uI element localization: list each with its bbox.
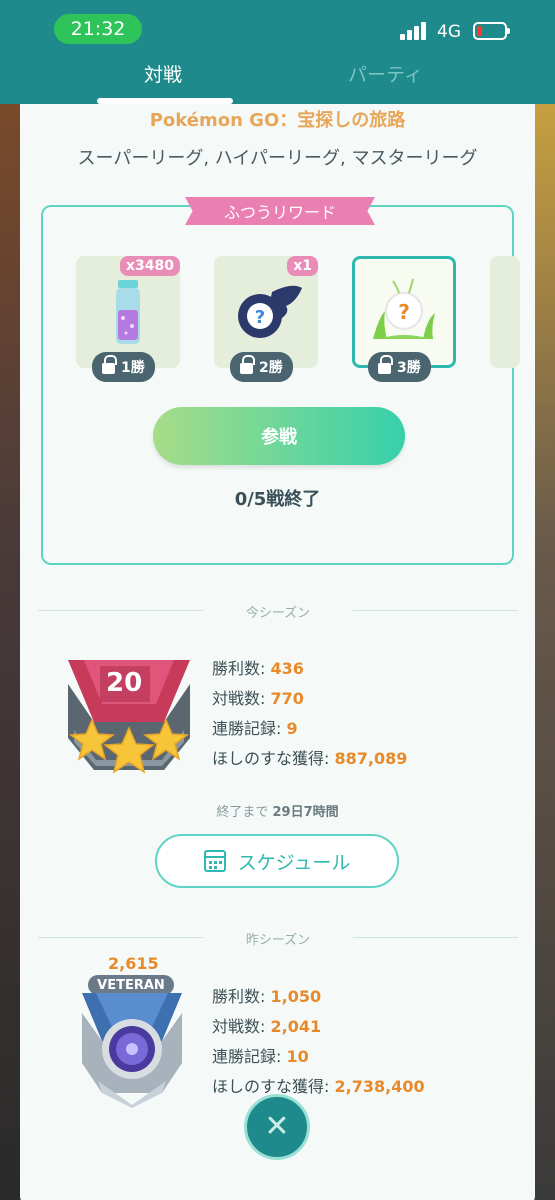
stat-label: 勝利数: xyxy=(212,987,266,1006)
tab-party[interactable]: パーティ xyxy=(348,60,423,87)
previous-season-stats: 勝利数: 1,050 対戦数: 2,041 連勝記録: 10 ほしのすな獲得: … xyxy=(212,982,425,1102)
network-type: 4G xyxy=(437,22,461,42)
stat-value: 9 xyxy=(286,719,298,738)
stardust-icon xyxy=(116,280,140,344)
stat-value: 1,050 xyxy=(270,987,322,1006)
current-season-divider: 今シーズン xyxy=(38,602,518,621)
signal-icon xyxy=(400,22,430,40)
stat-label: 勝利数: xyxy=(212,659,266,678)
league-subtitle: スーパーリーグ, ハイパーリーグ, マスターリーグ xyxy=(77,148,478,169)
reward-header: ふつうリワード xyxy=(185,197,375,225)
stat-row-streak: 連勝記録: 9 xyxy=(212,714,407,744)
top-bar: 21:32 4G 対戦 パーティ xyxy=(0,0,555,104)
reward-card-4[interactable] xyxy=(490,256,520,368)
reward-requirement: 2勝 xyxy=(259,360,283,376)
stat-value: 436 xyxy=(270,659,304,678)
previous-rating: 2,615 xyxy=(108,954,159,973)
stat-row-streak: 連勝記録: 10 xyxy=(212,1042,425,1072)
reward-lock: 3勝 xyxy=(368,352,431,382)
previous-season-label: 昨シーズン xyxy=(245,933,311,948)
stat-row-stardust: ほしのすな獲得: 887,089 xyxy=(212,744,407,774)
reward-box: ふつうリワード x3480 1勝 ? x1 2勝 ? 3勝 参戦 0/5戦終了 xyxy=(41,197,520,565)
close-button[interactable]: ✕ xyxy=(244,1094,310,1160)
season-end-prefix: 終了まで xyxy=(216,805,269,820)
svg-text:?: ? xyxy=(255,307,265,328)
stat-row-wins: 勝利数: 1,050 xyxy=(212,982,425,1012)
stat-label: 対戦数: xyxy=(212,1017,266,1036)
reward-lock: 2勝 xyxy=(230,352,293,382)
previous-season-divider: 昨シーズン xyxy=(38,929,518,948)
calendar-icon xyxy=(203,850,226,872)
battle-progress: 0/5戦終了 xyxy=(234,489,321,510)
league-title: Pokémon GO：宝探しの旅路 xyxy=(149,110,406,131)
stat-row-battles: 対戦数: 2,041 xyxy=(212,1012,425,1042)
svg-text:?: ? xyxy=(398,300,410,324)
rank-number: 20 xyxy=(106,668,143,698)
schedule-label: スケジュール xyxy=(237,851,351,874)
reward-card-2[interactable]: ? x1 2勝 xyxy=(214,256,318,382)
season-end-countdown: 終了まで 29日7時間 xyxy=(20,801,535,820)
stat-value: 770 xyxy=(270,689,304,708)
join-battle-button[interactable]: 参戦 xyxy=(153,407,405,465)
stat-label: ほしのすな獲得: xyxy=(212,749,330,768)
season-end-value: 29日7時間 xyxy=(272,805,339,820)
stat-value: 10 xyxy=(286,1047,309,1066)
schedule-button[interactable]: スケジュール xyxy=(155,834,399,888)
tab-battle[interactable]: 対戦 xyxy=(144,60,182,87)
status-time: 21:32 xyxy=(54,14,142,44)
mystery-ball-icon: ? xyxy=(238,285,302,338)
mystery-encounter-icon: ? xyxy=(373,278,435,339)
battle-panel[interactable]: Pokémon GO：宝探しの旅路 スーパーリーグ, ハイパーリーグ, マスター… xyxy=(20,88,535,1200)
reward-requirement: 3勝 xyxy=(397,360,421,376)
lock-icon xyxy=(102,354,117,374)
stat-label: 連勝記録: xyxy=(212,719,282,738)
stat-value: 2,738,400 xyxy=(334,1077,425,1096)
stat-row-stardust: ほしのすな獲得: 2,738,400 xyxy=(212,1072,425,1102)
tier-badge: VETERAN xyxy=(88,975,174,995)
active-tab-indicator xyxy=(97,98,233,104)
close-icon: ✕ xyxy=(264,1109,290,1144)
reward-count: x1 xyxy=(287,256,318,276)
stat-label: 連勝記録: xyxy=(212,1047,282,1066)
current-season-stats: 勝利数: 436 対戦数: 770 連勝記録: 9 ほしのすな獲得: 887,0… xyxy=(212,654,407,774)
reward-requirement: 1勝 xyxy=(121,360,145,376)
lock-icon xyxy=(378,354,393,374)
background-right xyxy=(535,100,555,1200)
reward-card-3[interactable]: ? 3勝 xyxy=(352,256,456,382)
lock-icon xyxy=(240,354,255,374)
stat-label: 対戦数: xyxy=(212,689,266,708)
stat-row-wins: 勝利数: 436 xyxy=(212,654,407,684)
reward-card-1[interactable]: x3480 1勝 xyxy=(76,256,180,382)
stat-value: 887,089 xyxy=(334,749,408,768)
reward-lock: 1勝 xyxy=(92,352,155,382)
stat-label: ほしのすな獲得: xyxy=(212,1077,330,1096)
veteran-medal-icon xyxy=(78,993,186,1108)
battery-icon xyxy=(473,22,510,40)
rank-badge: 20 xyxy=(64,660,194,780)
reward-count: x3480 xyxy=(120,256,180,276)
stat-row-battles: 対戦数: 770 xyxy=(212,684,407,714)
background-left xyxy=(0,100,20,1200)
current-season-label: 今シーズン xyxy=(245,606,311,621)
stat-value: 2,041 xyxy=(270,1017,322,1036)
